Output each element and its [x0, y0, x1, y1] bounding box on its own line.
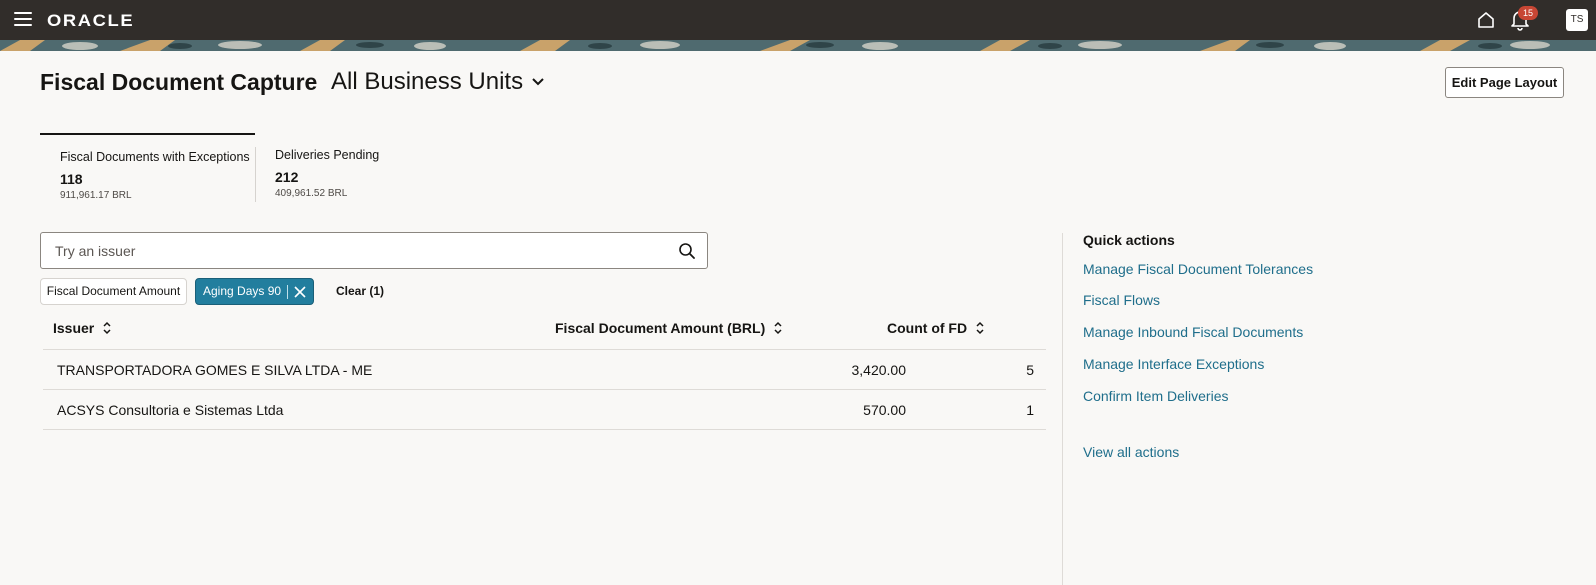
sort-icon	[976, 321, 984, 335]
quick-action-fiscal-flows[interactable]: Fiscal Flows	[1083, 292, 1160, 308]
metric-label: Fiscal Documents with Exceptions	[60, 150, 250, 164]
notification-badge: 15	[1518, 6, 1538, 20]
table-row[interactable]: TRANSPORTADORA GOMES E SILVA LTDA - ME 3…	[43, 349, 1046, 389]
metric-divider	[255, 147, 256, 202]
quick-action-confirm-item-deliveries[interactable]: Confirm Item Deliveries	[1083, 388, 1228, 404]
quick-actions-title: Quick actions	[1083, 232, 1175, 248]
oracle-logo[interactable]: ORACLE	[47, 11, 134, 31]
home-icon[interactable]	[1476, 10, 1496, 30]
page-title: Fiscal Document Capture	[40, 69, 318, 95]
issuer-search-box	[40, 232, 708, 269]
metric-label: Deliveries Pending	[275, 148, 380, 162]
column-header-label: Count of FD	[887, 320, 968, 336]
column-header-label: Fiscal Document Amount (BRL)	[555, 320, 766, 336]
filter-chip-aging-days[interactable]: Aging Days 90	[195, 278, 314, 305]
close-icon[interactable]	[293, 285, 307, 299]
business-unit-label: All Business Units	[331, 68, 524, 95]
edit-page-layout-button[interactable]: Edit Page Layout	[1445, 67, 1564, 98]
quick-action-manage-fiscal-document-tolerances[interactable]: Manage Fiscal Document Tolerances	[1083, 261, 1313, 277]
column-header-label: Issuer	[53, 320, 95, 336]
metric-amount: 409,961.52 BRL	[275, 188, 348, 199]
cell-amount: 570.00	[863, 402, 906, 418]
filter-chip-label: Aging Days 90	[203, 284, 282, 298]
chip-separator	[287, 285, 288, 299]
table-bottom-border	[43, 429, 1046, 430]
column-header-amount[interactable]: Fiscal Document Amount (BRL)	[555, 320, 783, 336]
column-header-issuer[interactable]: Issuer	[53, 320, 112, 336]
cell-count: 5	[1026, 362, 1034, 378]
cell-issuer: TRANSPORTADORA GOMES E SILVA LTDA - ME	[57, 362, 373, 378]
table-row[interactable]: ACSYS Consultoria e Sistemas Ltda 570.00…	[43, 389, 1046, 429]
panel-divider	[1062, 233, 1063, 585]
issuer-search-input[interactable]	[55, 241, 655, 261]
metric-count: 118	[60, 171, 83, 187]
metric-fiscal-documents-exceptions[interactable]: Fiscal Documents with Exceptions 118 911…	[40, 133, 255, 201]
view-all-actions-link[interactable]: View all actions	[1083, 444, 1179, 460]
cell-amount: 3,420.00	[851, 362, 907, 378]
clear-filters-button[interactable]: Clear (1)	[336, 284, 384, 298]
search-icon[interactable]	[678, 242, 696, 260]
metric-amount: 911,961.17 BRL	[60, 190, 132, 201]
business-unit-selector[interactable]: All Business Units	[331, 68, 545, 96]
sort-icon	[103, 321, 111, 335]
metric-count: 212	[275, 169, 299, 185]
decorative-banner	[0, 40, 1596, 51]
chevron-down-icon	[532, 78, 544, 86]
filter-chip-fiscal-document-amount[interactable]: Fiscal Document Amount	[40, 278, 187, 305]
sort-icon	[774, 321, 782, 335]
cell-issuer: ACSYS Consultoria e Sistemas Ltda	[57, 402, 284, 418]
global-header: ORACLE 15 TS	[0, 0, 1596, 40]
cell-count: 1	[1026, 402, 1034, 418]
metric-deliveries-pending[interactable]: Deliveries Pending 212 409,961.52 BRL	[255, 133, 415, 202]
menu-icon[interactable]	[14, 12, 32, 28]
user-avatar[interactable]: TS	[1566, 9, 1588, 31]
quick-action-manage-inbound-fiscal-documents[interactable]: Manage Inbound Fiscal Documents	[1083, 324, 1303, 340]
quick-action-manage-interface-exceptions[interactable]: Manage Interface Exceptions	[1083, 356, 1264, 372]
column-header-count[interactable]: Count of FD	[887, 320, 985, 336]
